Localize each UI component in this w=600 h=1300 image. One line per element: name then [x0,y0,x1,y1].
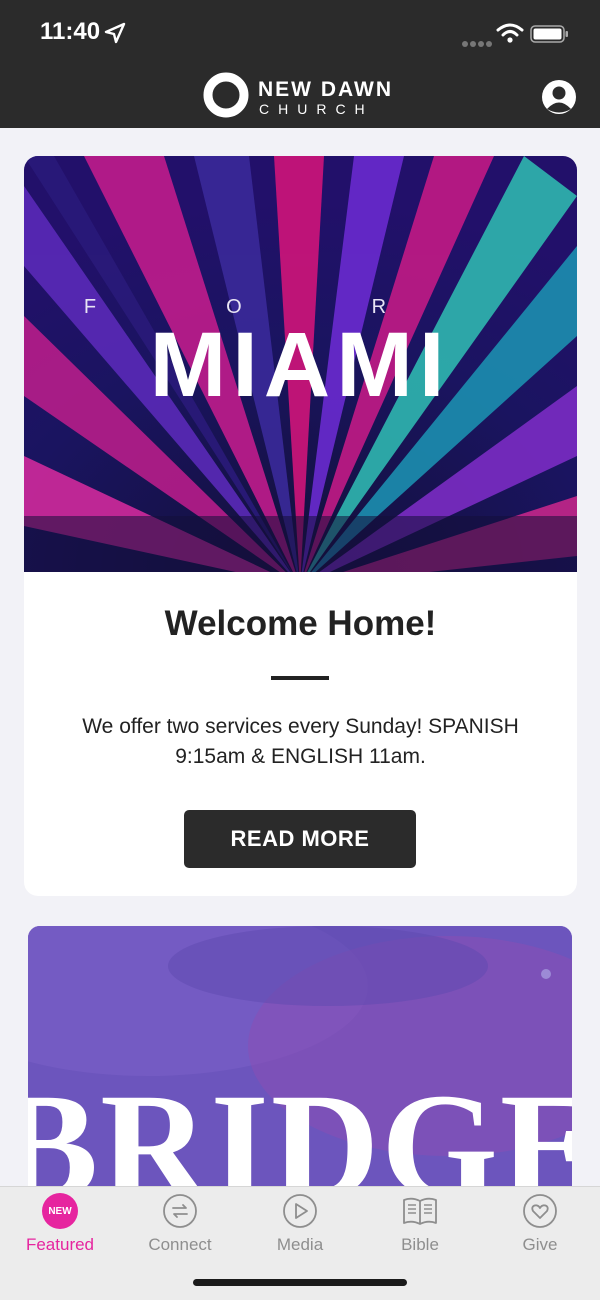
wifi-icon [496,23,524,43]
cellular-signal-icon [462,34,494,52]
status-bar: 11:40 [0,0,600,64]
bridge-card[interactable]: BRIDGE [28,926,572,1186]
miami-banner-image: FOR MIAMI [24,156,577,572]
logo-subtitle: CHURCH [259,101,374,117]
logo-ring-icon [203,72,249,118]
play-circle-icon [283,1194,317,1228]
book-icon [403,1197,437,1225]
tab-label: Bible [401,1235,439,1254]
tab-label: Give [522,1235,558,1254]
heart-circle-icon [523,1194,557,1228]
featured-feed[interactable]: FOR MIAMI Welcome Home! We offer two ser… [0,128,600,1186]
connect-arrows-icon [163,1194,197,1228]
tab-connect[interactable]: Connect [120,1187,240,1267]
status-time: 11:40 [40,18,101,45]
card-description: We offer two services every Sunday! SPAN… [82,715,519,768]
tab-label: Connect [148,1235,212,1254]
profile-icon[interactable] [540,78,578,116]
battery-icon [530,25,568,43]
tab-bible[interactable]: Bible [360,1187,480,1267]
tab-label: Featured [25,1235,95,1254]
bridge-banner-image: BRIDGE [28,926,572,1186]
tab-label: Media [276,1235,324,1254]
new-badge-icon: NEW [42,1193,78,1229]
tab-give[interactable]: Give [480,1187,600,1267]
location-arrow-icon [104,22,126,44]
app-header: NEW DAWN CHURCH [0,64,600,128]
banner-big-text: MIAMI [150,314,451,416]
home-indicator[interactable] [193,1279,407,1286]
tab-featured[interactable]: NEW Featured [0,1187,120,1267]
logo-name: NEW DAWN [258,78,393,101]
card-title: Welcome Home! [164,604,437,643]
featured-card[interactable]: FOR MIAMI Welcome Home! We offer two ser… [24,156,577,896]
read-more-button[interactable]: READ MORE [184,810,416,868]
bridge-text: BRIDGE [28,1063,572,1186]
title-divider [271,676,329,680]
tab-media[interactable]: Media [240,1187,360,1267]
